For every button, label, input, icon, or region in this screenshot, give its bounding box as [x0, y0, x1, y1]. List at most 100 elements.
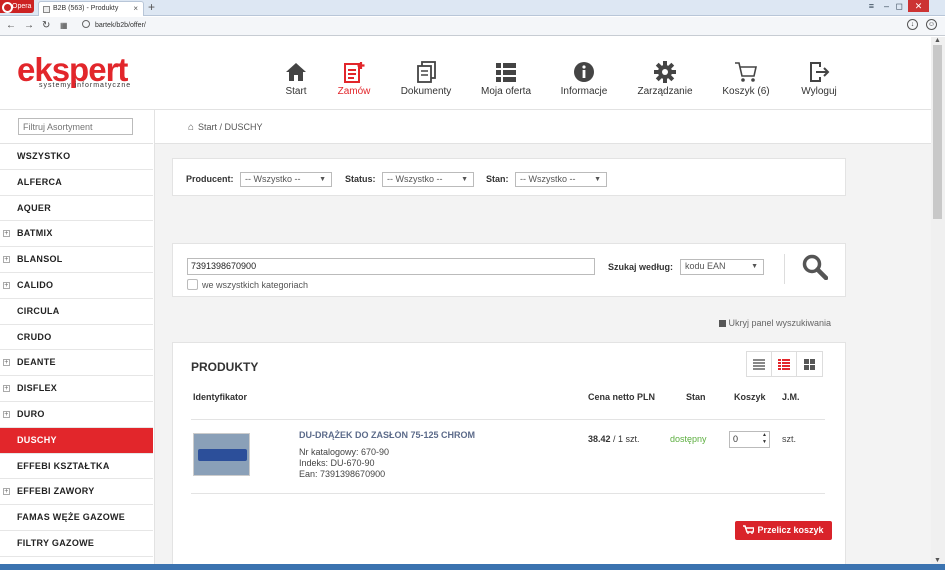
- filter-panel: Producent: -- Wszystko -- ▼ Status: -- Ws…: [172, 158, 846, 196]
- expand-icon[interactable]: +: [3, 359, 10, 367]
- expand-icon[interactable]: +: [3, 385, 10, 393]
- divider: [784, 254, 785, 284]
- nav-informacje[interactable]: Informacje: [558, 58, 610, 97]
- speed-dial-icon[interactable]: ▦: [60, 19, 68, 33]
- sidebar-item[interactable]: FAMAS WĘŻE GAZOWE: [0, 505, 153, 531]
- main-content: ⌂ Start / DUSCHY Producent: -- Wszystko -…: [154, 110, 931, 564]
- sidebar-item[interactable]: EFFEBI KSZTAŁTKA: [0, 454, 153, 480]
- back-icon[interactable]: ←: [6, 19, 16, 33]
- sidebar-item[interactable]: ALFERCA: [0, 170, 153, 196]
- sidebar-item-label: EFFEBI KSZTAŁTKA: [17, 460, 110, 471]
- sidebar-item[interactable]: CIRCULA: [0, 299, 153, 325]
- all-categories-checkbox[interactable]: we wszystkich kategoriach: [187, 279, 308, 290]
- sidebar-item[interactable]: + DEANTE: [0, 350, 153, 377]
- browser-tab[interactable]: B2B (563) - Produkty ×: [38, 1, 144, 16]
- account-icon[interactable]: ☺: [926, 19, 937, 30]
- expand-icon[interactable]: +: [3, 230, 10, 238]
- sidebar-item[interactable]: DUSCHY: [0, 427, 153, 454]
- search-icon[interactable]: [802, 254, 828, 280]
- expand-icon[interactable]: +: [3, 410, 10, 418]
- expand-icon[interactable]: +: [3, 488, 10, 496]
- state-label: Stan:: [486, 174, 509, 184]
- nav-label: Start: [285, 86, 307, 97]
- sidebar-item[interactable]: FILTRY GAZOWE: [0, 531, 153, 557]
- quantity-stepper[interactable]: 0 ▲ ▼: [729, 431, 770, 448]
- checkbox[interactable]: [187, 279, 198, 290]
- nav-zarzadzanie[interactable]: Zarządzanie: [635, 58, 695, 97]
- products-title: PRODUKTY: [191, 360, 259, 374]
- product-image[interactable]: [193, 433, 250, 476]
- home-icon: [286, 63, 306, 81]
- producer-label: Producent:: [186, 174, 234, 184]
- sidebar-item[interactable]: + DISFLEX: [0, 376, 153, 402]
- recalculate-cart-button[interactable]: Przelicz koszyk: [735, 521, 832, 540]
- sidebar-item[interactable]: CRUDO: [0, 325, 153, 351]
- product-catalog-no: Nr katalogowy: 670-90: [299, 447, 390, 457]
- logo[interactable]: ekspert systemy informatyczne: [17, 53, 132, 89]
- hide-search-panel-link[interactable]: Ukryj panel wyszukiwania: [719, 318, 831, 328]
- view-grid-button[interactable]: [797, 352, 822, 376]
- site-info-icon[interactable]: [82, 20, 90, 28]
- filter-input[interactable]: [18, 118, 133, 135]
- nav-label: Zamów: [337, 86, 371, 97]
- column-header: Stan: [686, 392, 706, 402]
- opera-menu-button[interactable]: Opera: [0, 0, 34, 13]
- search-by-select[interactable]: kodu EAN ▼: [680, 259, 764, 275]
- expand-icon[interactable]: +: [3, 256, 10, 264]
- os-taskbar: [0, 564, 945, 570]
- nav-koszyk[interactable]: Koszyk (6): [718, 58, 774, 97]
- forward-icon[interactable]: →: [24, 19, 34, 33]
- sidebar-item[interactable]: + EFFEBI ZAWORY: [0, 479, 153, 506]
- gear-icon: [654, 61, 676, 83]
- nav-wyloguj[interactable]: Wyloguj: [798, 58, 840, 97]
- sidebar-item[interactable]: + BATMIX: [0, 221, 153, 248]
- sidebar-item[interactable]: WSZYSTKO: [0, 144, 153, 170]
- nav-start[interactable]: Start: [282, 58, 310, 97]
- status-select[interactable]: -- Wszystko -- ▼: [382, 172, 474, 187]
- nav-label: Koszyk (6): [722, 86, 770, 97]
- new-tab-button[interactable]: +: [148, 0, 155, 15]
- producer-select[interactable]: -- Wszystko -- ▼: [240, 172, 332, 187]
- expand-icon[interactable]: +: [3, 281, 10, 289]
- cart-icon: [735, 62, 757, 82]
- sidebar-item[interactable]: + BLANSOL: [0, 247, 153, 273]
- state-select[interactable]: -- Wszystko -- ▼: [515, 172, 607, 187]
- price-value: 38.42: [588, 434, 611, 444]
- reload-icon[interactable]: ↻: [42, 19, 50, 33]
- sidebar-item[interactable]: + CALIDO: [0, 273, 153, 299]
- search-input[interactable]: 7391398670900: [187, 258, 595, 275]
- product-price: 38.42 / 1 szt.: [588, 434, 640, 444]
- scroll-up-icon[interactable]: ▲: [934, 37, 941, 44]
- column-header: J.M.: [782, 392, 800, 402]
- hide-panel-label: Ukryj panel wyszukiwania: [728, 318, 831, 328]
- download-icon[interactable]: ↓: [907, 19, 918, 30]
- view-list-button[interactable]: [747, 352, 772, 376]
- stepper-arrows-icon[interactable]: ▲ ▼: [762, 432, 767, 446]
- nav-zamow[interactable]: Zamów: [336, 58, 372, 97]
- page-scrollbar[interactable]: ▲ ▼: [931, 37, 945, 564]
- close-tab-icon[interactable]: ×: [133, 2, 138, 16]
- sidebar-item-label: ALFERCA: [17, 176, 63, 187]
- logo-subtext: systemy informatyczne: [39, 82, 132, 89]
- minimize-icon[interactable]: –: [884, 0, 889, 13]
- window-close-button[interactable]: ✕: [908, 0, 929, 12]
- nav-moja-oferta[interactable]: Moja oferta: [478, 58, 534, 97]
- cart-icon: [743, 525, 756, 535]
- sidebar-item-label: CIRCULA: [17, 305, 60, 316]
- url-field[interactable]: bartek/b2b/offer/: [82, 19, 902, 33]
- stock-status: dostępny: [670, 434, 707, 444]
- maximize-icon[interactable]: ◻: [896, 0, 903, 13]
- view-detail-list-button[interactable]: [772, 352, 797, 376]
- sidebar-item[interactable]: + DURO: [0, 402, 153, 428]
- product-name[interactable]: DU-DRĄŻEK DO ZASŁON 75-125 CHROM: [299, 430, 475, 440]
- sidebar-item-label: WSZYSTKO: [17, 151, 71, 161]
- nav-dokumenty[interactable]: Dokumenty: [398, 58, 454, 97]
- top-header: ekspert systemy informatyczne Start Zamó…: [0, 37, 931, 110]
- sidebar-item[interactable]: AQUER: [0, 196, 153, 222]
- breadcrumb-text[interactable]: Start / DUSCHY: [198, 122, 263, 132]
- scroll-thumb[interactable]: [933, 45, 942, 219]
- home-icon[interactable]: ⌂: [188, 111, 194, 145]
- price-unit: / 1 szt.: [613, 434, 640, 444]
- scroll-down-icon[interactable]: ▼: [934, 557, 941, 564]
- tab-menu-icon[interactable]: ≡: [869, 0, 874, 13]
